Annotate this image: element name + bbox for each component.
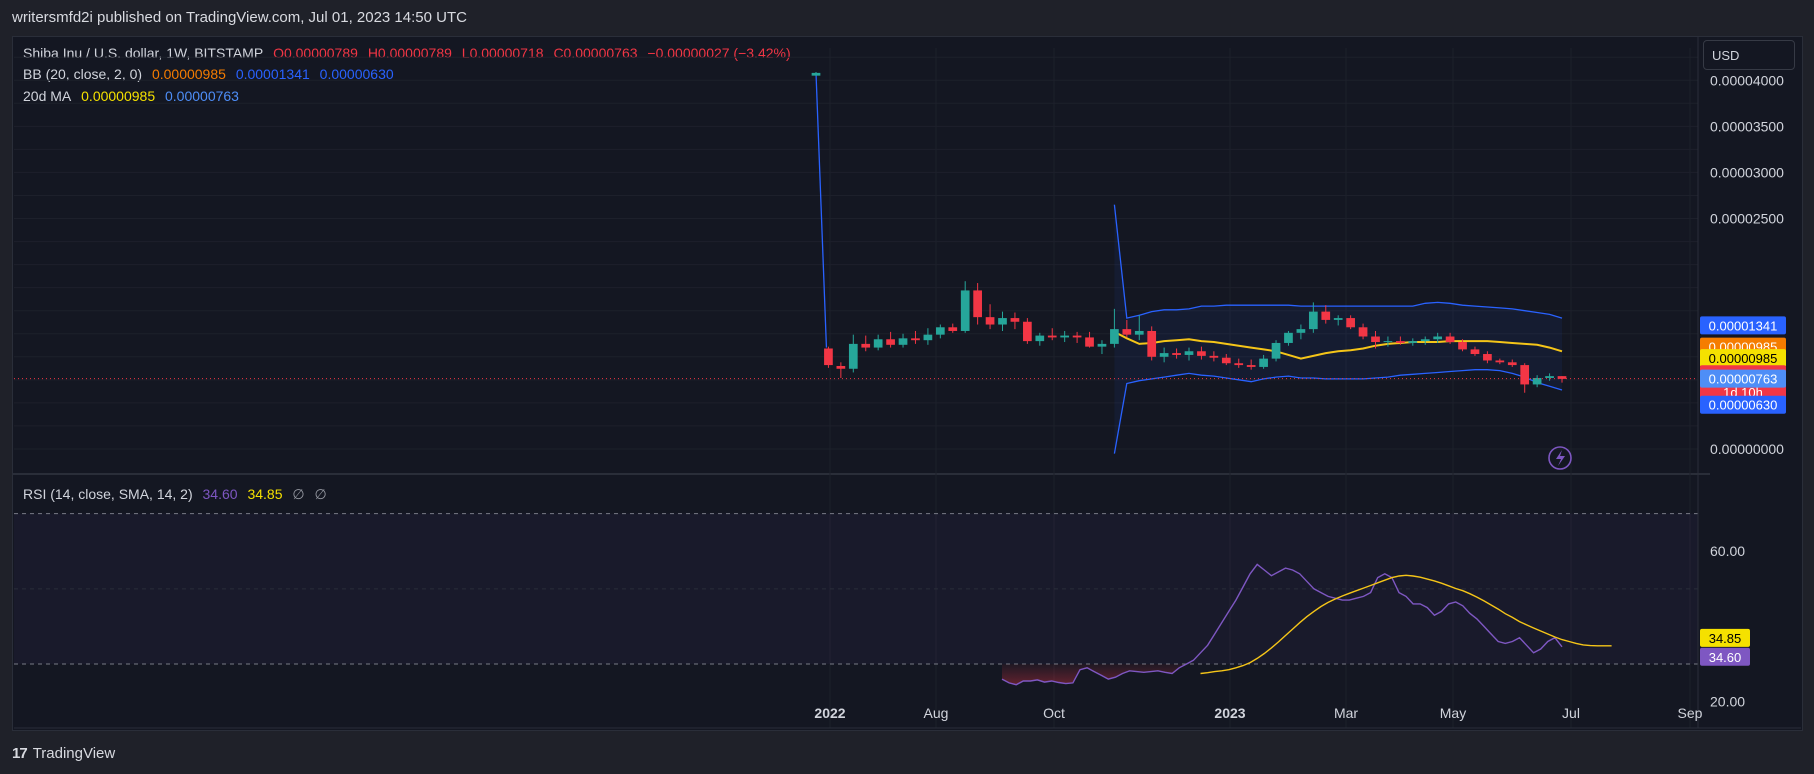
rsi-badge: 34.60: [1700, 647, 1750, 666]
time-tick-label: Jul: [1562, 705, 1580, 721]
time-tick-label: Sep: [1678, 705, 1703, 721]
bb-lower-line: [1113, 369, 1563, 454]
candle-body: [1495, 360, 1505, 363]
rsi-tick-label: 20.00: [1710, 694, 1745, 710]
price-tick-label: 0.00003500: [1710, 118, 1784, 134]
candle-body: [998, 318, 1007, 325]
candle-body: [1296, 329, 1306, 333]
lightning-icon-bolt: [1556, 450, 1565, 466]
candle-body: [1159, 353, 1169, 357]
time-tick-label: Oct: [1043, 705, 1065, 721]
candle-body: [1097, 343, 1107, 347]
candle-body: [985, 317, 995, 325]
rsi-oversold-fill: [1002, 664, 1562, 685]
footer-brand: 17 TradingView: [12, 745, 115, 762]
candle-body: [1433, 336, 1443, 340]
candle-body: [1545, 376, 1554, 378]
rsi-badge-label: 34.60: [1709, 650, 1742, 665]
price-tick-label: 0.00000000: [1710, 441, 1784, 457]
candle-body: [1284, 332, 1293, 343]
candle-body: [1420, 339, 1430, 342]
lightning-icon: [1548, 446, 1572, 470]
candle-body: [873, 339, 883, 348]
footer-brand-name[interactable]: TradingView: [33, 745, 116, 762]
candle-body: [811, 72, 821, 76]
time-tick-label: May: [1440, 705, 1466, 721]
candle-body: [1035, 335, 1045, 342]
candle-body: [1445, 336, 1455, 343]
candle-body: [1184, 351, 1194, 355]
candle-body: [1483, 354, 1492, 361]
price-tick-label: 0.00003000: [1710, 164, 1784, 180]
price-badge: 0.00000763: [1700, 369, 1786, 388]
candle-body: [1197, 351, 1206, 356]
price-badge: 0.00000630: [1700, 395, 1786, 414]
candle-body: [824, 348, 833, 366]
candle-body: [1358, 327, 1368, 337]
price-badge: 0.00000985: [1700, 349, 1786, 368]
candle-body: [911, 338, 920, 341]
time-tick-label: 2022: [814, 705, 845, 721]
candle-body: [1470, 349, 1480, 355]
candle-body: [1134, 330, 1144, 335]
candle-body: [1371, 336, 1380, 343]
candle-body: [1308, 311, 1318, 330]
candle-body: [1060, 335, 1070, 338]
candle-body: [848, 343, 858, 369]
bb-upper-line: [1113, 204, 1563, 319]
candle-body: [1172, 353, 1181, 355]
candle-body: [1383, 341, 1393, 343]
candle-body: [960, 290, 970, 331]
candle-body: [1047, 335, 1057, 338]
candle-body: [1408, 341, 1418, 343]
price-tick-label: 0.00004000: [1710, 72, 1784, 88]
rsi-badge-label: 34.85: [1709, 631, 1742, 646]
candle-body: [1147, 330, 1157, 357]
candle-body: [1072, 335, 1082, 338]
candle-body: [1234, 363, 1244, 366]
price-badge-label: 0.00000985: [1709, 351, 1778, 366]
candle-body: [1221, 357, 1231, 364]
candle-body: [1321, 311, 1331, 320]
candle-body: [1396, 341, 1405, 343]
candle-body: [1333, 318, 1343, 320]
candle-body: [1520, 365, 1530, 385]
candle-body: [1271, 342, 1281, 359]
time-tick-label: Mar: [1334, 705, 1358, 721]
tradingview-logo-icon: 17: [12, 745, 28, 762]
candle-body: [1209, 355, 1219, 358]
rsi-badge: 34.85: [1700, 628, 1750, 647]
candle-body: [923, 334, 933, 341]
rsi-tick-label: 60.00: [1710, 543, 1745, 559]
candle-body: [1110, 329, 1119, 344]
price-spike-line: [815, 72, 828, 348]
candle-body: [1122, 329, 1132, 335]
candle-body: [1346, 318, 1355, 328]
price-chart[interactable]: 0.00004000 0.00003500 0.00003000 0.00002500…: [0, 0, 1814, 774]
candle-body: [948, 327, 958, 331]
price-badge-label: 0.00000630: [1709, 398, 1778, 413]
price-badge-label: 0.00001341: [1709, 318, 1778, 333]
time-tick-label: Aug: [924, 705, 949, 721]
time-tick-label: 2023: [1214, 705, 1245, 721]
candle-body: [836, 366, 846, 369]
candle-body: [1458, 342, 1467, 350]
candle-body: [1246, 365, 1256, 367]
candle-body: [898, 338, 908, 345]
price-badge: 0.00001341: [1700, 316, 1786, 335]
candle-body: [1023, 321, 1032, 342]
candle-body: [973, 290, 982, 318]
candle-body: [935, 327, 945, 335]
price-tick-label: 0.00002500: [1710, 211, 1784, 227]
candle-body: [1507, 362, 1517, 366]
candle-body: [886, 339, 895, 345]
candle-body: [1010, 318, 1020, 322]
candle-body: [861, 343, 871, 348]
candle-body: [1259, 358, 1268, 367]
candle-body: [1085, 337, 1094, 347]
price-badge-label: 0.00000763: [1709, 372, 1778, 387]
